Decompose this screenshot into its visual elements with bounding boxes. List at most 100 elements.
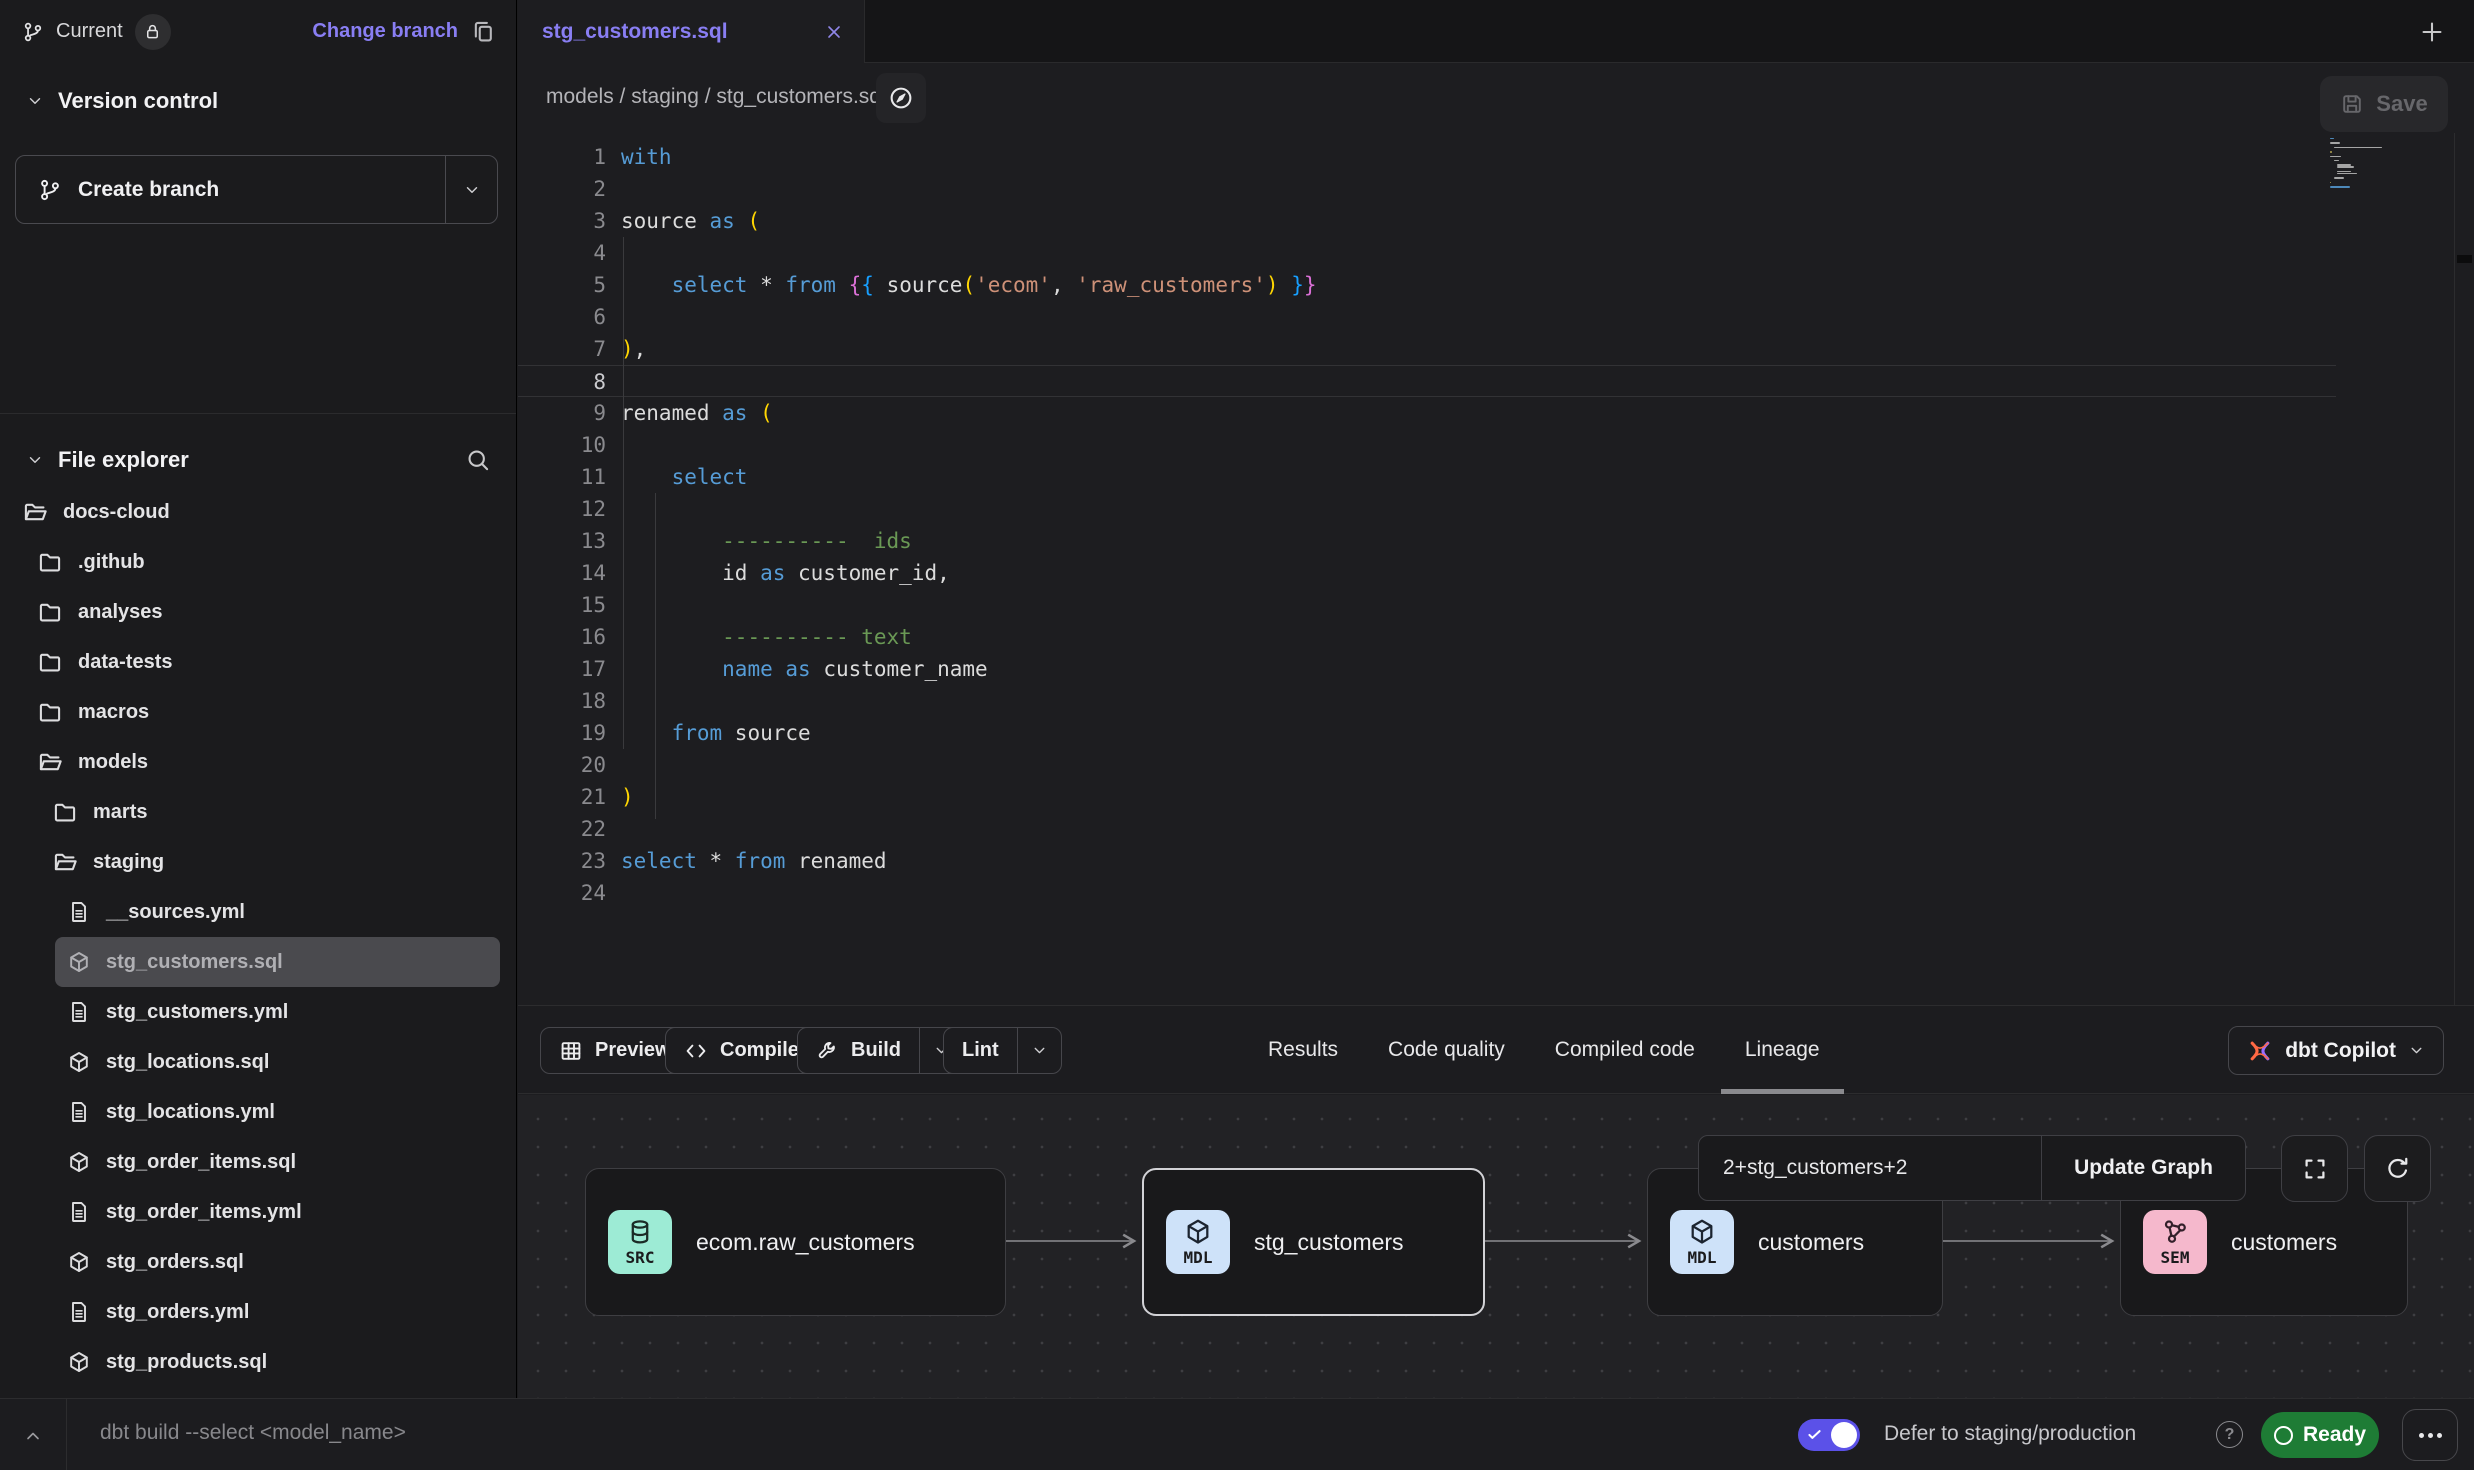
code-line-7[interactable]: 7), <box>518 333 2474 365</box>
model-cube-icon <box>67 1050 91 1074</box>
code-line-21[interactable]: 21) <box>518 781 2474 813</box>
file-tree-item-macros[interactable]: macros <box>0 687 516 737</box>
code-line-17[interactable]: 17 name as customer_name <box>518 653 2474 685</box>
folder-open-icon <box>37 749 63 775</box>
tab-code-quality[interactable]: Code quality <box>1388 1006 1505 1094</box>
file-tree-item-stg-orders-sql[interactable]: stg_orders.sql <box>0 1237 516 1287</box>
file-tree-item-data-tests[interactable]: data-tests <box>0 637 516 687</box>
code-line-3[interactable]: 3source as ( <box>518 205 2474 237</box>
tab-lineage[interactable]: Lineage <box>1745 1006 1820 1094</box>
code-line-10[interactable]: 10 <box>518 429 2474 461</box>
code-line-24[interactable]: 24 <box>518 877 2474 909</box>
status-circle-icon <box>2274 1426 2293 1445</box>
line-number: 23 <box>518 845 606 877</box>
lint-dropdown[interactable] <box>1017 1028 1061 1073</box>
code-line-8[interactable]: 8 <box>518 365 2336 397</box>
file-tree-item-stg-products-sql[interactable]: stg_products.sql <box>0 1337 516 1387</box>
lineage-panel[interactable]: SRCecom.raw_customersMDLstg_customersMDL… <box>518 1095 2474 1398</box>
floppy-disk-icon <box>2340 92 2364 116</box>
file-tree-item-staging[interactable]: staging <box>0 837 516 887</box>
code-line-6[interactable]: 6 <box>518 301 2474 333</box>
file-label: stg_locations.sql <box>106 1051 269 1074</box>
file-explorer-header[interactable]: File explorer <box>26 447 491 473</box>
file-tree-item-stg-orders-yml[interactable]: stg_orders.yml <box>0 1287 516 1337</box>
tab-compiled-code[interactable]: Compiled code <box>1555 1006 1695 1094</box>
file-tree-item-stg-locations-yml[interactable]: stg_locations.yml <box>0 1087 516 1137</box>
chevron-down-icon <box>26 451 44 469</box>
change-branch-link[interactable]: Change branch <box>312 20 458 43</box>
file-tree-item-stg-customers-sql[interactable]: stg_customers.sql <box>55 937 500 987</box>
line-number: 20 <box>518 749 606 781</box>
compile-button[interactable]: Compile <box>665 1027 818 1074</box>
refresh-button[interactable] <box>2364 1135 2431 1202</box>
dbt-copilot-button[interactable]: dbt Copilot <box>2228 1026 2444 1075</box>
file-tree-item--github[interactable]: .github <box>0 537 516 587</box>
file-tree-item-stg-order-items-yml[interactable]: stg_order_items.yml <box>0 1187 516 1237</box>
file-label: models <box>78 751 148 774</box>
code-line-16[interactable]: 16 ---------- text <box>518 621 2474 653</box>
code-line-20[interactable]: 20 <box>518 749 2474 781</box>
lineage-selector-input[interactable]: 2+stg_customers+2 <box>1699 1136 2042 1200</box>
code-line-23[interactable]: 23select * from renamed <box>518 845 2474 877</box>
file-tree-item-docs-cloud[interactable]: docs-cloud <box>0 487 516 537</box>
chevron-down-icon <box>26 92 44 110</box>
create-branch-main[interactable]: Create branch <box>16 178 445 202</box>
search-icon[interactable] <box>465 447 491 473</box>
wrench-icon <box>816 1039 839 1062</box>
tab-results[interactable]: Results <box>1268 1006 1338 1094</box>
build-button[interactable]: Build <box>797 1027 964 1074</box>
code-line-9[interactable]: 9renamed as ( <box>518 397 2474 429</box>
update-graph-button[interactable]: Update Graph <box>2042 1136 2245 1200</box>
fullscreen-button[interactable] <box>2281 1135 2348 1202</box>
version-control-header[interactable]: Version control <box>26 88 218 114</box>
code-line-15[interactable]: 15 <box>518 589 2474 621</box>
code-token: name <box>722 657 773 681</box>
file-tree-item-stg-locations-sql[interactable]: stg_locations.sql <box>0 1037 516 1087</box>
file-tree-item-models[interactable]: models <box>0 737 516 787</box>
file-tree-item-analyses[interactable]: analyses <box>0 587 516 637</box>
code-line-11[interactable]: 11 select <box>518 461 2474 493</box>
code-line-22[interactable]: 22 <box>518 813 2474 845</box>
code-line-19[interactable]: 19 from source <box>518 717 2474 749</box>
editor-scrollbar[interactable] <box>2457 255 2472 263</box>
code-line-2[interactable]: 2 <box>518 173 2474 205</box>
current-branch[interactable]: Current <box>22 14 171 50</box>
code-editor[interactable]: 1with23source as (45 select * from {{ so… <box>518 133 2474 1005</box>
lint-button[interactable]: Lint <box>943 1027 1062 1074</box>
defer-toggle[interactable] <box>1798 1419 1860 1451</box>
chevron-up-icon[interactable] <box>18 1421 48 1451</box>
code-token <box>1279 273 1292 297</box>
more-options-button[interactable] <box>2402 1409 2458 1461</box>
code-line-14[interactable]: 14 id as customer_id, <box>518 557 2474 589</box>
code-line-1[interactable]: 1with <box>518 141 2474 173</box>
file-label: stg_customers.sql <box>106 951 283 974</box>
lineage-node-ecom-raw-customers[interactable]: SRCecom.raw_customers <box>585 1168 1006 1316</box>
new-tab-button[interactable] <box>2414 14 2450 50</box>
code-line-12[interactable]: 12 <box>518 493 2474 525</box>
ready-status-button[interactable]: Ready <box>2261 1412 2379 1458</box>
tab-stg-customers-sql[interactable]: stg_customers.sql <box>518 0 865 63</box>
minimap[interactable] <box>2330 138 2420 191</box>
help-icon[interactable]: ? <box>2216 1421 2243 1448</box>
close-icon[interactable] <box>824 22 844 42</box>
compass-icon[interactable] <box>876 73 926 123</box>
file-tree-item-stg-order-items-sql[interactable]: stg_order_items.sql <box>0 1137 516 1187</box>
code-line-5[interactable]: 5 select * from {{ source('ecom', 'raw_c… <box>518 269 2474 301</box>
code-line-4[interactable]: 4 <box>518 237 2474 269</box>
command-input[interactable]: dbt build --select <model_name> <box>100 1421 406 1445</box>
code-line-13[interactable]: 13 ---------- ids <box>518 525 2474 557</box>
file-tree-item-marts[interactable]: marts <box>0 787 516 837</box>
file-tree-item--sources-yml[interactable]: __sources.yml <box>0 887 516 937</box>
editor-pane: stg_customers.sql models / staging / stg… <box>518 0 2474 1398</box>
code-token <box>773 657 786 681</box>
status-bar: dbt build --select <model_name> Defer to… <box>0 1398 2474 1470</box>
copy-icon[interactable] <box>470 19 496 45</box>
create-branch-dropdown[interactable] <box>445 156 497 223</box>
create-branch-button[interactable]: Create branch <box>15 155 498 224</box>
code-line-18[interactable]: 18 <box>518 685 2474 717</box>
save-button[interactable]: Save <box>2320 76 2448 132</box>
lineage-node-stg-customers[interactable]: MDLstg_customers <box>1142 1168 1485 1316</box>
code-token <box>621 273 672 297</box>
code-token: customer_name <box>811 657 988 681</box>
file-tree-item-stg-customers-yml[interactable]: stg_customers.yml <box>0 987 516 1037</box>
